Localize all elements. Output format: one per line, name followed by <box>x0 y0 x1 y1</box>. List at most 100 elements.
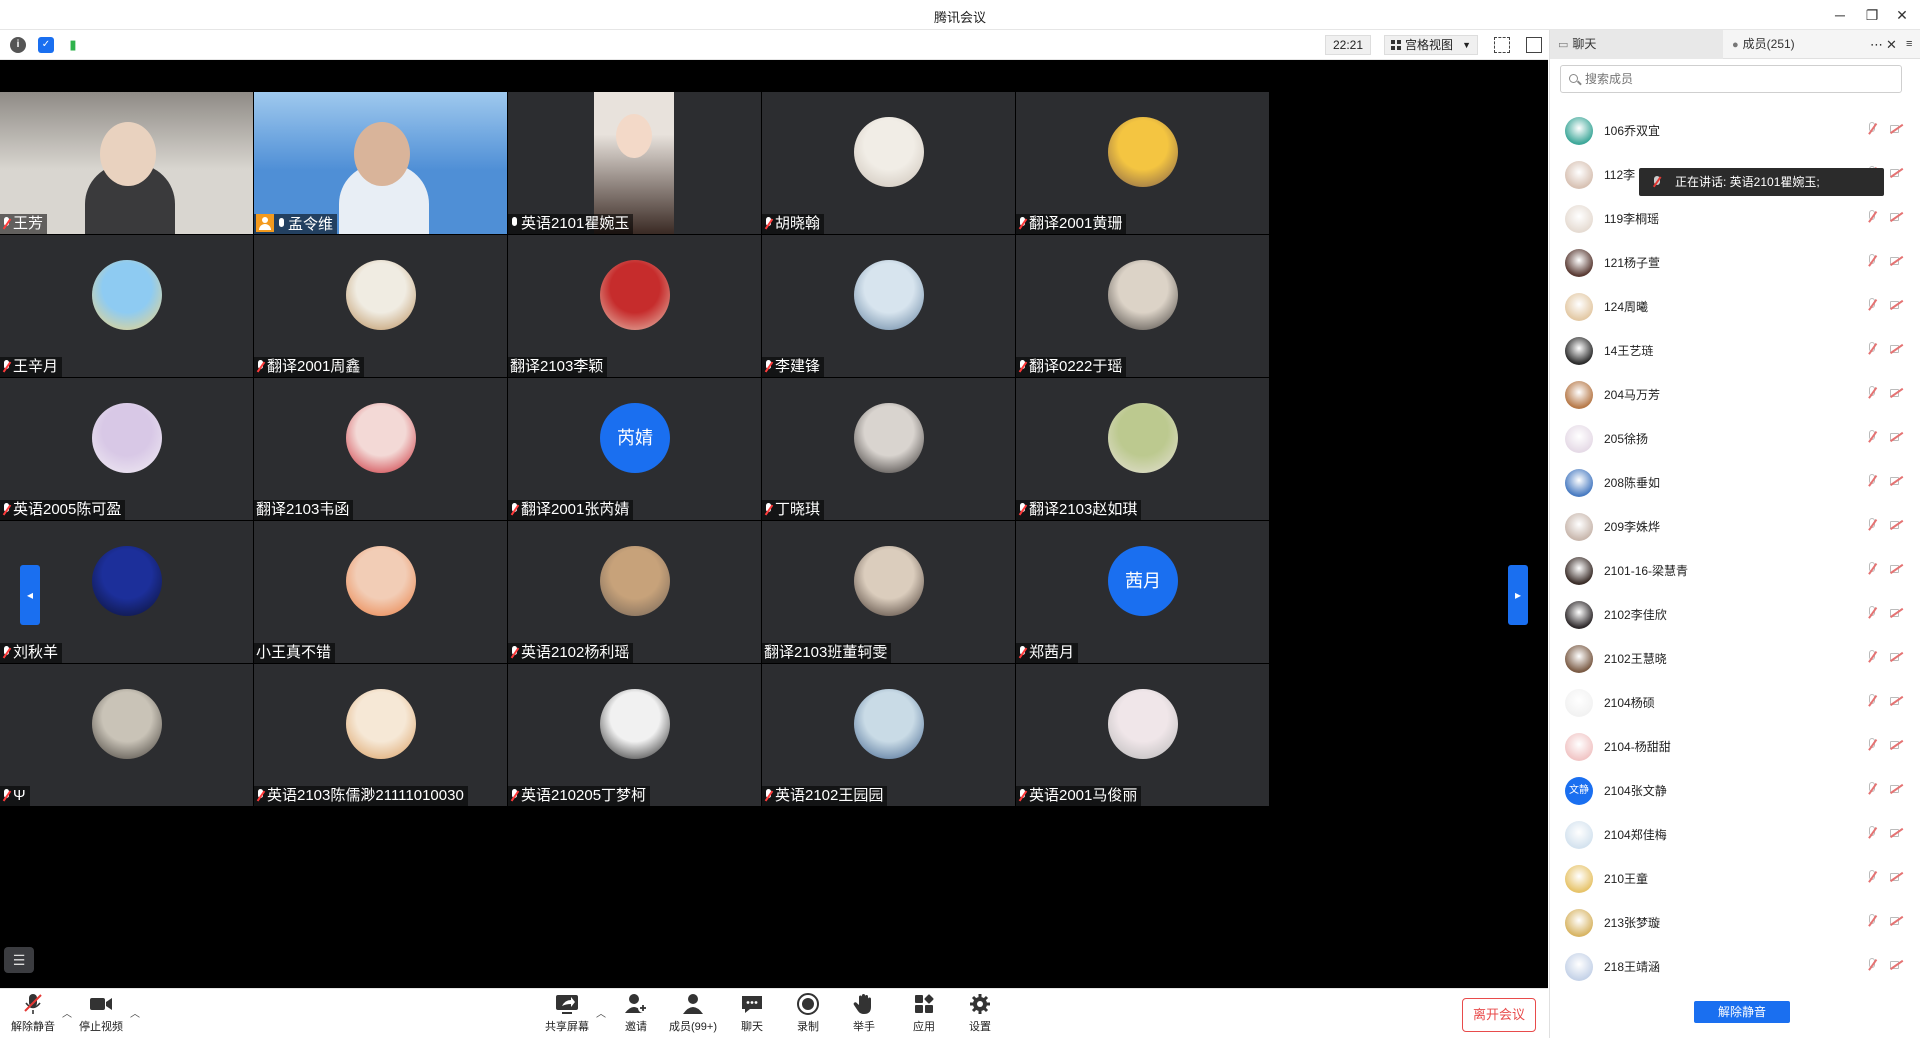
restore-icon[interactable]: ❐ <box>1858 4 1886 26</box>
more-icon[interactable]: ⋯ <box>1870 30 1883 59</box>
camera-off-icon[interactable] <box>1890 256 1904 266</box>
camera-off-icon[interactable] <box>1890 168 1904 178</box>
video-tile[interactable]: 英语2102王园园 <box>762 664 1015 806</box>
camera-off-icon[interactable] <box>1890 652 1904 662</box>
video-tile[interactable]: 英语2103陈儒渺21111010030 <box>254 664 507 806</box>
member-row[interactable]: 213张梦璇 <box>1550 900 1920 944</box>
mic-muted-icon[interactable] <box>1867 914 1877 928</box>
video-tile[interactable]: 胡晓翰 <box>762 92 1015 234</box>
member-row[interactable]: 2104杨硕 <box>1550 680 1920 724</box>
video-tile[interactable]: 李建锋 <box>762 235 1015 377</box>
video-tile[interactable]: 王辛月 <box>0 235 253 377</box>
chat-button[interactable]: 聊天 <box>720 993 784 1035</box>
mic-muted-icon[interactable] <box>1867 738 1877 752</box>
camera-off-icon[interactable] <box>1890 784 1904 794</box>
member-row[interactable]: 210王童 <box>1550 856 1920 900</box>
raise-hand-button[interactable]: 举手 <box>832 993 896 1035</box>
video-tile[interactable]: 英语210205丁梦柯 <box>508 664 761 806</box>
member-row[interactable]: 121杨子萱 <box>1550 240 1920 284</box>
member-row[interactable]: 209李姝烨 <box>1550 504 1920 548</box>
panel-close-icon[interactable]: ✕ <box>1886 30 1897 59</box>
camera-off-icon[interactable] <box>1890 432 1904 442</box>
unmute-all-button[interactable]: 解除静音 <box>1694 1001 1790 1023</box>
view-mode-dropdown[interactable]: 宫格视图 ▼ <box>1384 35 1478 55</box>
search-input[interactable] <box>1585 72 1885 86</box>
tab-chat[interactable]: ▭ 聊天 <box>1550 30 1723 59</box>
mic-muted-icon[interactable] <box>1867 342 1877 356</box>
mic-muted-icon[interactable] <box>1867 298 1877 312</box>
camera-off-icon[interactable] <box>1890 300 1904 310</box>
video-tile[interactable]: 翻译2103赵如琪 <box>1016 378 1269 520</box>
member-row[interactable]: 124周曦 <box>1550 284 1920 328</box>
video-tile[interactable]: Ψ <box>0 664 253 806</box>
panel-menu-icon[interactable]: ≡ <box>1906 30 1912 59</box>
camera-off-icon[interactable] <box>1890 520 1904 530</box>
video-tile[interactable]: 英语2102杨利瑶 <box>508 521 761 663</box>
video-tile[interactable]: 英语2005陈可盈 <box>0 378 253 520</box>
camera-off-icon[interactable] <box>1890 960 1904 970</box>
video-tile[interactable]: 翻译0222于瑶 <box>1016 235 1269 377</box>
share-screen-button[interactable]: 共享屏幕 <box>535 993 599 1035</box>
video-tile[interactable]: 英语2101瞿婉玉 <box>508 92 761 234</box>
info-icon[interactable]: i <box>10 37 26 53</box>
video-tile[interactable]: 翻译2103韦函 <box>254 378 507 520</box>
camera-off-icon[interactable] <box>1890 124 1904 134</box>
video-tile[interactable]: 孟令维 <box>254 92 507 234</box>
video-tile[interactable]: 翻译2001黄珊 <box>1016 92 1269 234</box>
member-row[interactable]: 文静 2104张文静 <box>1550 768 1920 812</box>
members-button[interactable]: 成员(99+) <box>661 993 725 1035</box>
leave-meeting-button[interactable]: 离开会议 <box>1462 998 1536 1032</box>
layout-toggle-icon[interactable] <box>1526 37 1542 53</box>
mic-muted-icon[interactable] <box>1867 518 1877 532</box>
mic-muted-icon[interactable] <box>1867 650 1877 664</box>
video-tile[interactable]: 芮婧 翻译2001张芮婧 <box>508 378 761 520</box>
video-tile[interactable]: 翻译2103班董轲雯 <box>762 521 1015 663</box>
stop-video-button[interactable]: 停止视频 <box>69 993 133 1035</box>
mic-muted-icon[interactable] <box>1867 562 1877 576</box>
camera-off-icon[interactable] <box>1890 608 1904 618</box>
video-tile[interactable]: 翻译2001周鑫 <box>254 235 507 377</box>
apps-button[interactable]: 应用 <box>892 993 956 1035</box>
minimize-icon[interactable]: ─ <box>1826 4 1854 26</box>
video-tile[interactable]: 翻译2103李颖 <box>508 235 761 377</box>
member-search[interactable] <box>1560 65 1902 93</box>
member-row[interactable]: 218王靖涵 <box>1550 944 1920 988</box>
mic-muted-icon[interactable] <box>1867 430 1877 444</box>
member-row[interactable]: 2102李佳欣 <box>1550 592 1920 636</box>
member-row[interactable]: 208陈垂如 <box>1550 460 1920 504</box>
camera-off-icon[interactable] <box>1890 740 1904 750</box>
record-button[interactable]: 录制 <box>776 993 840 1035</box>
signal-icon[interactable]: ▮ <box>65 37 81 53</box>
camera-off-icon[interactable] <box>1890 696 1904 706</box>
member-row[interactable]: 2104郑佳梅 <box>1550 812 1920 856</box>
mic-muted-icon[interactable] <box>1867 826 1877 840</box>
mic-muted-icon[interactable] <box>1867 958 1877 972</box>
member-row[interactable]: 2101-16-梁慧青 <box>1550 548 1920 592</box>
tab-members[interactable]: ● 成员(251) <box>1724 30 1864 59</box>
camera-off-icon[interactable] <box>1890 476 1904 486</box>
camera-off-icon[interactable] <box>1890 828 1904 838</box>
camera-off-icon[interactable] <box>1890 872 1904 882</box>
member-row[interactable]: 119李桐瑶 <box>1550 196 1920 240</box>
camera-off-icon[interactable] <box>1890 916 1904 926</box>
member-row[interactable]: 2104-杨甜甜 <box>1550 724 1920 768</box>
mic-muted-icon[interactable] <box>1867 386 1877 400</box>
mic-muted-icon[interactable] <box>1867 870 1877 884</box>
video-tile[interactable]: 丁晓琪 <box>762 378 1015 520</box>
invite-button[interactable]: 邀请 <box>604 993 668 1035</box>
member-row[interactable]: 205徐扬 <box>1550 416 1920 460</box>
next-page-button[interactable]: ▸ <box>1508 565 1528 625</box>
unmute-button[interactable]: 解除静音 <box>1 993 65 1035</box>
settings-button[interactable]: 设置 <box>948 993 1012 1035</box>
camera-off-icon[interactable] <box>1890 212 1904 222</box>
member-row[interactable]: 2102王慧晓 <box>1550 636 1920 680</box>
mic-muted-icon[interactable] <box>1867 210 1877 224</box>
member-row[interactable]: 106乔双宜 <box>1550 108 1920 152</box>
video-tile[interactable]: 王芳 <box>0 92 253 234</box>
camera-off-icon[interactable] <box>1890 388 1904 398</box>
video-options-caret[interactable]: ︿ <box>130 1005 140 1020</box>
camera-off-icon[interactable] <box>1890 344 1904 354</box>
member-row[interactable]: 204马万芳 <box>1550 372 1920 416</box>
close-icon[interactable]: ✕ <box>1888 4 1916 26</box>
shield-icon[interactable]: ✓ <box>38 37 54 53</box>
